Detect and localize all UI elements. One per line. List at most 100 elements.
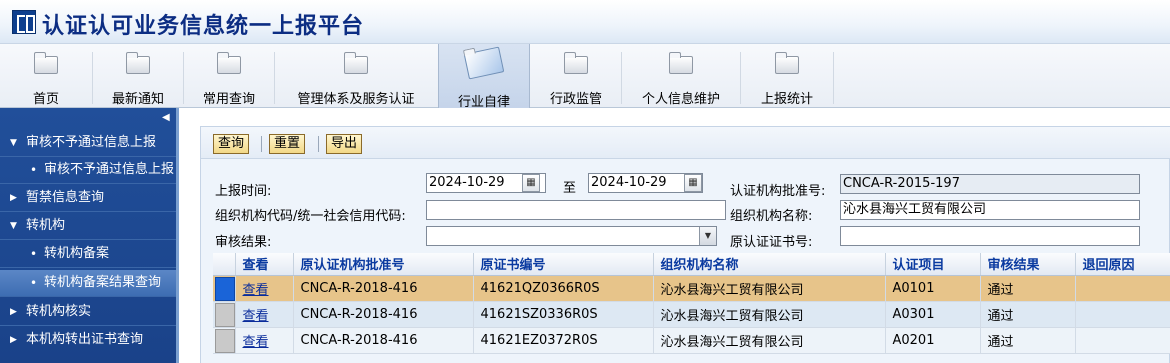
org-name-field[interactable]: 沁水县海兴工贸有限公司: [840, 200, 1140, 220]
sidebar-divider: [0, 211, 176, 212]
sidebar-group-transfer[interactable]: ▼ 转机构: [0, 213, 176, 239]
nav-label: 最新通知: [111, 92, 164, 107]
row-selector[interactable]: [213, 327, 236, 354]
caret-right-icon: ▶: [10, 193, 17, 203]
table-cell: CNCA-R-2018-416: [293, 275, 474, 302]
nav-industry-self-discipline[interactable]: 行业自律: [438, 44, 530, 110]
nav-common-query[interactable]: 常用查询: [184, 44, 274, 108]
table-cell: 通过: [980, 327, 1076, 354]
nav-label: 个人信息维护: [641, 92, 720, 107]
caret-down-icon: ▼: [10, 138, 17, 148]
bullet-icon: •: [30, 247, 38, 261]
sidebar-label: 转机构核实: [26, 304, 92, 319]
orig-cert-field[interactable]: [840, 226, 1140, 246]
sidebar-divider: [0, 325, 176, 326]
table-cell: 沁水县海兴工贸有限公司: [653, 275, 886, 302]
main-content: 查询 重置 导出 上报时间: 2024-10-29 ▦ 至 2024-10-29…: [182, 108, 1170, 363]
view-link-cell: 查看: [235, 327, 294, 354]
nav-administrative-supervision[interactable]: 行政监管: [531, 44, 621, 108]
nav-home[interactable]: 首页: [0, 44, 92, 108]
table-cell: CNCA-R-2018-416: [293, 327, 474, 354]
table-row[interactable]: 查看 CNCA-R-2018-416 41621EZ0372R0S 沁水县海兴工…: [213, 327, 1170, 354]
table-cell: 41621SZ0336R0S: [473, 301, 654, 328]
nav-label: 行政监管: [549, 92, 602, 107]
query-panel: 查询 重置 导出 上报时间: 2024-10-29 ▦ 至 2024-10-29…: [200, 126, 1170, 363]
view-link[interactable]: 查看: [243, 283, 269, 298]
button-bar: 查询 重置 导出: [201, 127, 1170, 159]
folder-icon: [775, 52, 799, 74]
sidebar-group-transfer-verify[interactable]: ▶ 转机构核实: [0, 299, 176, 325]
table-cell: A0101: [885, 275, 981, 302]
row-select-marker: [215, 302, 234, 326]
sidebar-group-suspension-query[interactable]: ▶ 暂禁信息查询: [0, 185, 176, 211]
select-header: [213, 253, 236, 276]
nav-latest-notice[interactable]: 最新通知: [93, 44, 183, 108]
sidebar-label: 本机构转出证书查询: [26, 332, 144, 347]
table-cell: CNCA-R-2018-416: [293, 301, 474, 328]
row-selector[interactable]: [213, 301, 236, 328]
table-row[interactable]: 查看 CNCA-R-2018-416 41621SZ0336R0S 沁水县海兴工…: [213, 301, 1170, 328]
sidebar-divider: [0, 296, 176, 297]
folder-icon: [126, 52, 150, 74]
open-folder-icon: [463, 46, 505, 80]
nav-label: 常用查询: [202, 92, 255, 107]
org-code-field[interactable]: [426, 200, 726, 220]
view-link[interactable]: 查看: [243, 335, 269, 350]
table-cell: 41621EZ0372R0S: [473, 327, 654, 354]
table-cell: 通过: [980, 301, 1076, 328]
caret-down-icon: ▼: [10, 221, 17, 231]
column-header[interactable]: 审核结果: [980, 253, 1076, 276]
audit-result-label: 审核结果:: [215, 235, 272, 250]
nav-personal-info[interactable]: 个人信息维护: [622, 44, 740, 108]
table-cell: [1075, 327, 1170, 354]
view-link[interactable]: 查看: [243, 309, 269, 324]
nav-report-statistics[interactable]: 上报统计: [741, 44, 833, 108]
dropdown-arrow-icon[interactable]: ▼: [699, 227, 716, 245]
query-button[interactable]: 查询: [213, 134, 250, 154]
sidebar-group-audit-reject[interactable]: ▼ 审核不予通过信息上报: [0, 130, 176, 156]
table-cell: [1075, 301, 1170, 328]
to-label: 至: [563, 181, 577, 196]
sidebar-divider: [0, 239, 176, 240]
table-cell: 41621QZ0366R0S: [473, 275, 654, 302]
column-header[interactable]: 查看: [235, 253, 294, 276]
column-header[interactable]: 组织机构名称: [653, 253, 886, 276]
column-header[interactable]: 原证书编号: [473, 253, 654, 276]
calendar-icon[interactable]: ▦: [684, 174, 702, 192]
app-title: 认证认可业务信息统一上报平台: [42, 13, 365, 39]
table-header-row: 查看 原认证机构批准号 原证书编号 组织机构名称 认证项目 审核结果 退回原因: [213, 253, 1170, 276]
sidebar-divider: [0, 267, 176, 268]
column-header[interactable]: 认证项目: [885, 253, 981, 276]
sidebar: ◀ ▼ 审核不予通过信息上报 • 审核不予通过信息上报 ▶ 暂禁信息查询 ▼ 转…: [0, 108, 179, 363]
result-table: 查看 原认证机构批准号 原证书编号 组织机构名称 认证项目 审核结果 退回原因 …: [213, 253, 1170, 354]
folder-icon: [564, 52, 588, 74]
export-button[interactable]: 导出: [326, 134, 363, 154]
column-header[interactable]: 原认证机构批准号: [293, 253, 474, 276]
sidebar-divider: [0, 183, 176, 184]
calendar-icon[interactable]: ▦: [522, 174, 540, 192]
table-row[interactable]: 查看 CNCA-R-2018-416 41621QZ0366R0S 沁水县海兴工…: [213, 275, 1170, 302]
top-nav: 首页 最新通知 常用查询 管理体系及服务认证 行业自律 行政监管 个人信息维护 …: [0, 44, 1170, 110]
org-code-label: 组织机构代码/统一社会信用代码:: [215, 209, 406, 224]
reset-button[interactable]: 重置: [269, 134, 306, 154]
nav-management-system[interactable]: 管理体系及服务认证: [275, 44, 437, 108]
org-name-label: 组织机构名称:: [730, 209, 813, 224]
sidebar-item-transfer-filing[interactable]: • 转机构备案: [0, 241, 176, 267]
approval-no-field[interactable]: CNCA-R-2015-197: [840, 174, 1140, 194]
view-link-cell: 查看: [235, 301, 294, 328]
collapse-arrow-icon[interactable]: ◀: [162, 112, 170, 123]
nav-divider: [833, 52, 834, 104]
sidebar-item-audit-reject-report[interactable]: • 审核不予通过信息上报: [0, 157, 176, 183]
sidebar-label: 暂禁信息查询: [26, 190, 105, 205]
toolbar-divider: [261, 136, 262, 152]
sidebar-item-transfer-filing-result[interactable]: • 转机构备案结果查询: [0, 270, 176, 296]
folder-icon: [217, 52, 241, 74]
sidebar-group-outgoing-certs[interactable]: ▶ 本机构转出证书查询: [0, 327, 176, 353]
sidebar-label: 转机构: [26, 218, 66, 233]
audit-result-select[interactable]: ▼: [426, 226, 717, 246]
column-header[interactable]: 退回原因: [1075, 253, 1170, 276]
table-cell: 沁水县海兴工贸有限公司: [653, 301, 886, 328]
caret-right-icon: ▶: [10, 335, 17, 345]
sidebar-label: 审核不予通过信息上报: [44, 162, 175, 177]
row-selector[interactable]: [213, 275, 236, 302]
